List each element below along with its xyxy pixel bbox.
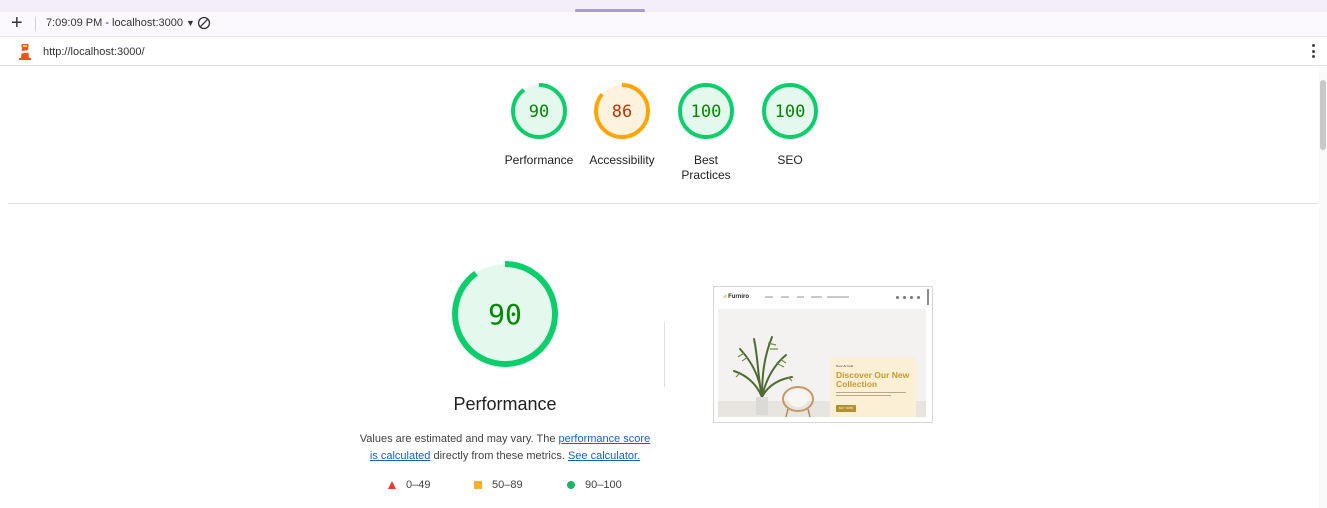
performance-score-value: 90 — [488, 298, 522, 331]
legend-pass: 90–100 — [567, 479, 622, 491]
legend-range: 50–89 — [492, 479, 523, 491]
hero-heading: Discover Our New Collection — [836, 370, 910, 389]
lighthouse-logo-icon — [18, 43, 32, 65]
thumbnail-hero: New Arrival Discover Our New Collection … — [718, 309, 926, 417]
window-top-strip — [0, 0, 1327, 12]
legend-range: 90–100 — [585, 479, 622, 491]
final-screenshot-thumbnail[interactable]: ⩘ Furniro New Arrival Discover Our New C… — [713, 286, 933, 423]
thumbnail-nav-icons — [896, 296, 926, 299]
gauge-value: 86 — [612, 102, 632, 122]
report-toolbar: + 7:09:09 PM - localhost:3000 ▼ — [0, 12, 1327, 37]
see-calculator-link[interactable]: See calculator. — [568, 450, 640, 462]
hero-buy-button: BUY NOW — [836, 405, 856, 412]
desc-text: directly from these metrics. — [430, 450, 568, 462]
report-selector-dropdown[interactable]: 7:09:09 PM - localhost:3000 ▼ — [46, 17, 195, 29]
gauge-ring: 100 — [678, 83, 734, 139]
plant-chair-image — [733, 336, 814, 417]
legend-average: 50–89 — [474, 479, 523, 491]
section-divider — [8, 203, 1318, 204]
legend-fail: 0–49 — [388, 479, 430, 491]
clear-icon[interactable] — [197, 16, 211, 35]
new-report-button[interactable]: + — [11, 13, 23, 33]
thumbnail-brand: ⩘ Furniro — [723, 294, 750, 300]
circle-icon — [567, 481, 575, 489]
performance-title: Performance — [453, 394, 557, 414]
hero-kicker: New Arrival — [836, 364, 854, 368]
chevron-down-icon: ▼ — [185, 18, 195, 28]
desc-text: Values are estimated and may vary. The — [359, 433, 559, 445]
report-selector-label: 7:09:09 PM - localhost:3000 — [46, 17, 183, 29]
page-url[interactable]: http://localhost:3000/ — [43, 46, 145, 58]
scrollbar-thumb[interactable] — [1320, 80, 1326, 150]
scrollbar[interactable] — [1319, 66, 1327, 508]
vertical-divider — [664, 322, 665, 387]
gauge-value: 100 — [775, 102, 806, 122]
gauge-ring: 86 — [594, 83, 650, 139]
gauge-value: 100 — [691, 102, 722, 122]
triangle-icon — [388, 481, 396, 489]
toolbar-separator — [35, 17, 36, 31]
legend-range: 0–49 — [406, 479, 431, 491]
square-icon — [474, 481, 482, 489]
thumbnail-navbar: ⩘ Furniro — [714, 287, 932, 309]
thumbnail-scrollbar — [927, 289, 929, 305]
performance-description: Values are estimated and may vary. The p… — [355, 431, 655, 465]
gauge-seo[interactable]: 100 SEO — [735, 82, 845, 168]
hero-body-lines — [836, 392, 906, 398]
performance-gauge-large: 90 — [449, 258, 561, 375]
gauge-ring: 100 — [762, 83, 818, 139]
gauge-value: 90 — [529, 102, 549, 122]
more-options-icon[interactable] — [1308, 43, 1318, 59]
url-bar: http://localhost:3000/ — [0, 37, 1327, 66]
gauge-ring: 90 — [511, 83, 567, 139]
gauge-label: SEO — [777, 153, 803, 167]
gauge-label: Best Practices — [681, 153, 731, 182]
thumbnail-navlinks — [765, 296, 855, 298]
thumbnail-hero-card: New Arrival Discover Our New Collection … — [830, 357, 916, 417]
